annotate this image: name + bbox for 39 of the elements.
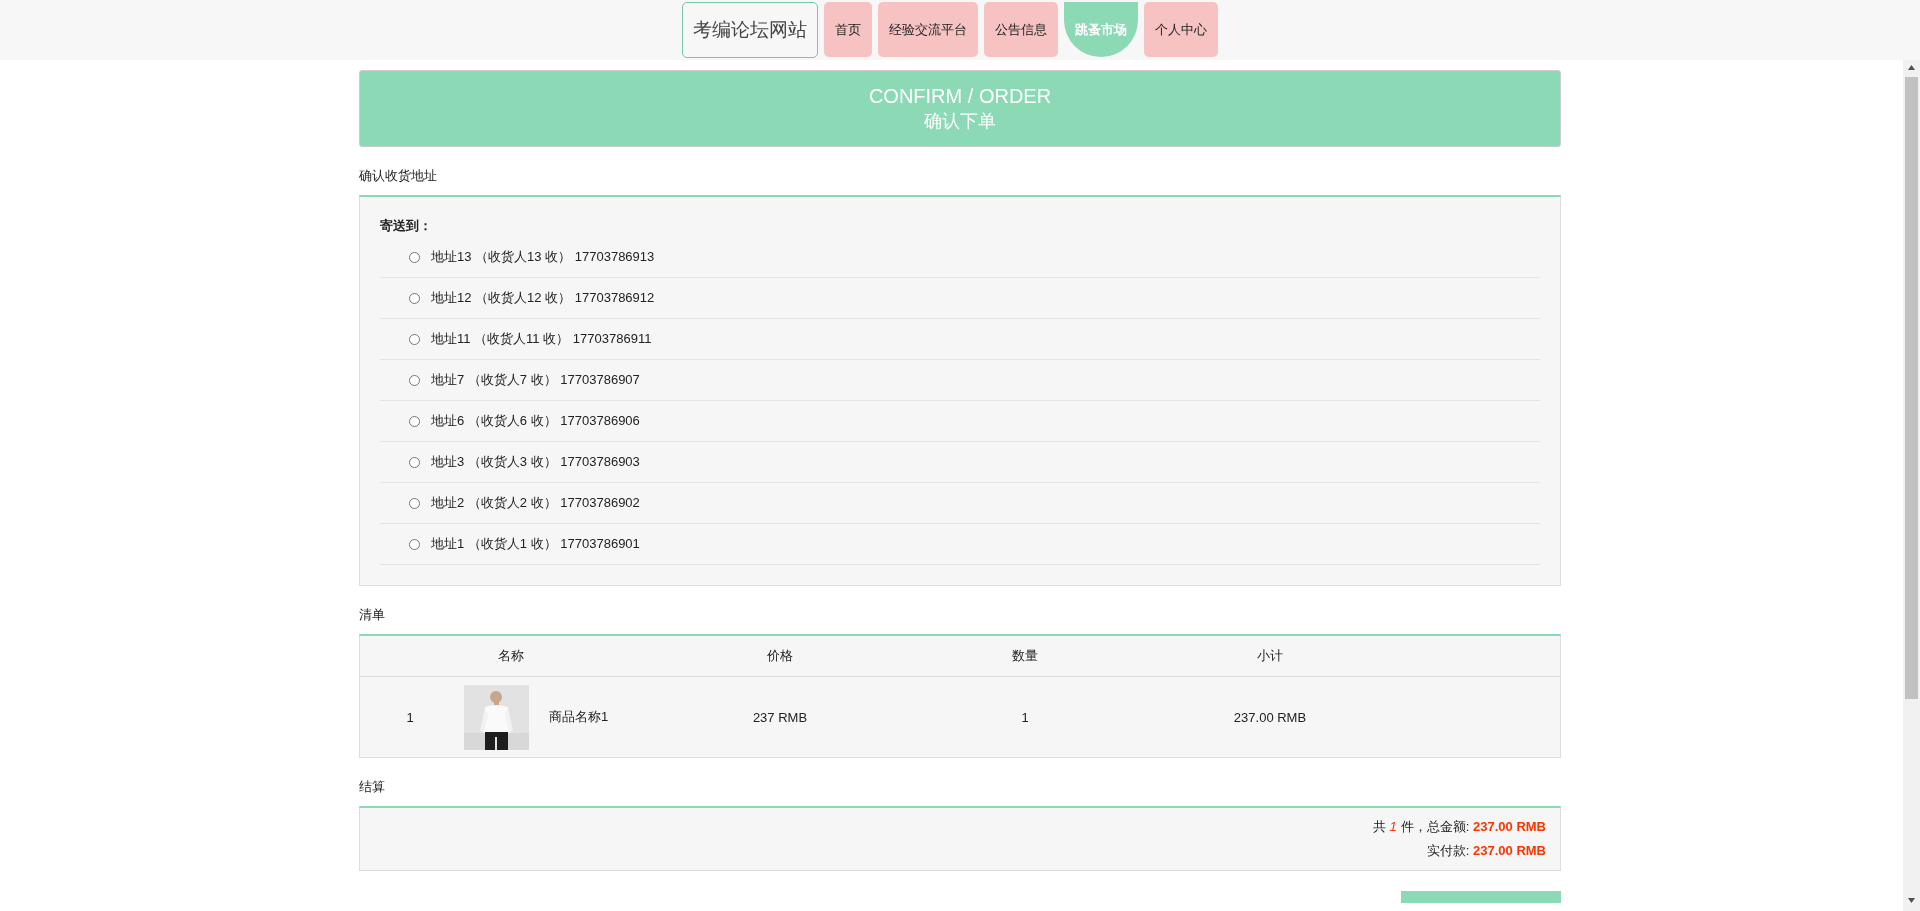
total-line: 共 1 件，总金额: 237.00 RMB bbox=[1372, 818, 1546, 836]
quantity-cell-text: 1 bbox=[1020, 708, 1030, 727]
header-subtitle: 确认下单 bbox=[924, 109, 996, 133]
radio-button[interactable] bbox=[409, 456, 420, 468]
address-text: 地址1 （收货人1 收） 17703786901 bbox=[431, 535, 640, 553]
section-title: 清单 bbox=[359, 606, 386, 624]
address-text: 地址3 （收货人3 收） 17703786903 bbox=[431, 453, 640, 471]
radio-button[interactable] bbox=[409, 415, 420, 427]
radio-button[interactable] bbox=[409, 292, 420, 304]
ship-to-label: 寄送到： bbox=[380, 217, 433, 235]
paid-line: 实付款: 237.00 RMB bbox=[1426, 842, 1546, 860]
radio-button[interactable] bbox=[409, 497, 420, 509]
site-logo[interactable]: 考编论坛网站 bbox=[682, 2, 818, 58]
section-title: 结算 bbox=[359, 778, 386, 796]
radio-button[interactable] bbox=[409, 333, 420, 345]
address-text: 地址11 （收货人11 收） 17703786911 bbox=[431, 330, 652, 348]
row-index: 1 bbox=[405, 708, 415, 727]
column-header: 数量 bbox=[880, 636, 1170, 677]
subtotal-cell-text: 237.00 RMB bbox=[1232, 708, 1308, 727]
nav-tab[interactable]: 首页 bbox=[824, 2, 872, 57]
address-text: 地址2 （收货人2 收） 17703786902 bbox=[431, 494, 640, 512]
column-header: 名称 bbox=[460, 636, 680, 677]
address-text: 地址13 （收货人13 收） 17703786913 bbox=[431, 248, 655, 266]
section-title: 确认收货地址 bbox=[359, 167, 438, 185]
nav-tab[interactable]: 经验交流平台 bbox=[878, 2, 978, 57]
price-cell-text: 237 RMB bbox=[751, 708, 809, 727]
column-header: 小计 bbox=[1170, 636, 1370, 677]
scrollbar[interactable] bbox=[1903, 60, 1920, 911]
radio-button[interactable] bbox=[409, 251, 420, 263]
address-text: 地址7 （收货人7 收） 17703786907 bbox=[431, 371, 640, 389]
nav-tab[interactable]: 个人中心 bbox=[1144, 2, 1218, 57]
header-title: CONFIRM / ORDER bbox=[868, 83, 1052, 108]
column-header: 价格 bbox=[680, 636, 880, 677]
radio-button[interactable] bbox=[409, 538, 420, 550]
nav-tab[interactable]: 公告信息 bbox=[984, 2, 1058, 57]
radio-button[interactable] bbox=[409, 374, 420, 386]
product-name: 商品名称1 bbox=[549, 708, 609, 726]
address-text: 地址12 （收货人12 收） 17703786912 bbox=[431, 289, 655, 307]
address-text: 地址6 （收货人6 收） 17703786906 bbox=[431, 412, 640, 430]
